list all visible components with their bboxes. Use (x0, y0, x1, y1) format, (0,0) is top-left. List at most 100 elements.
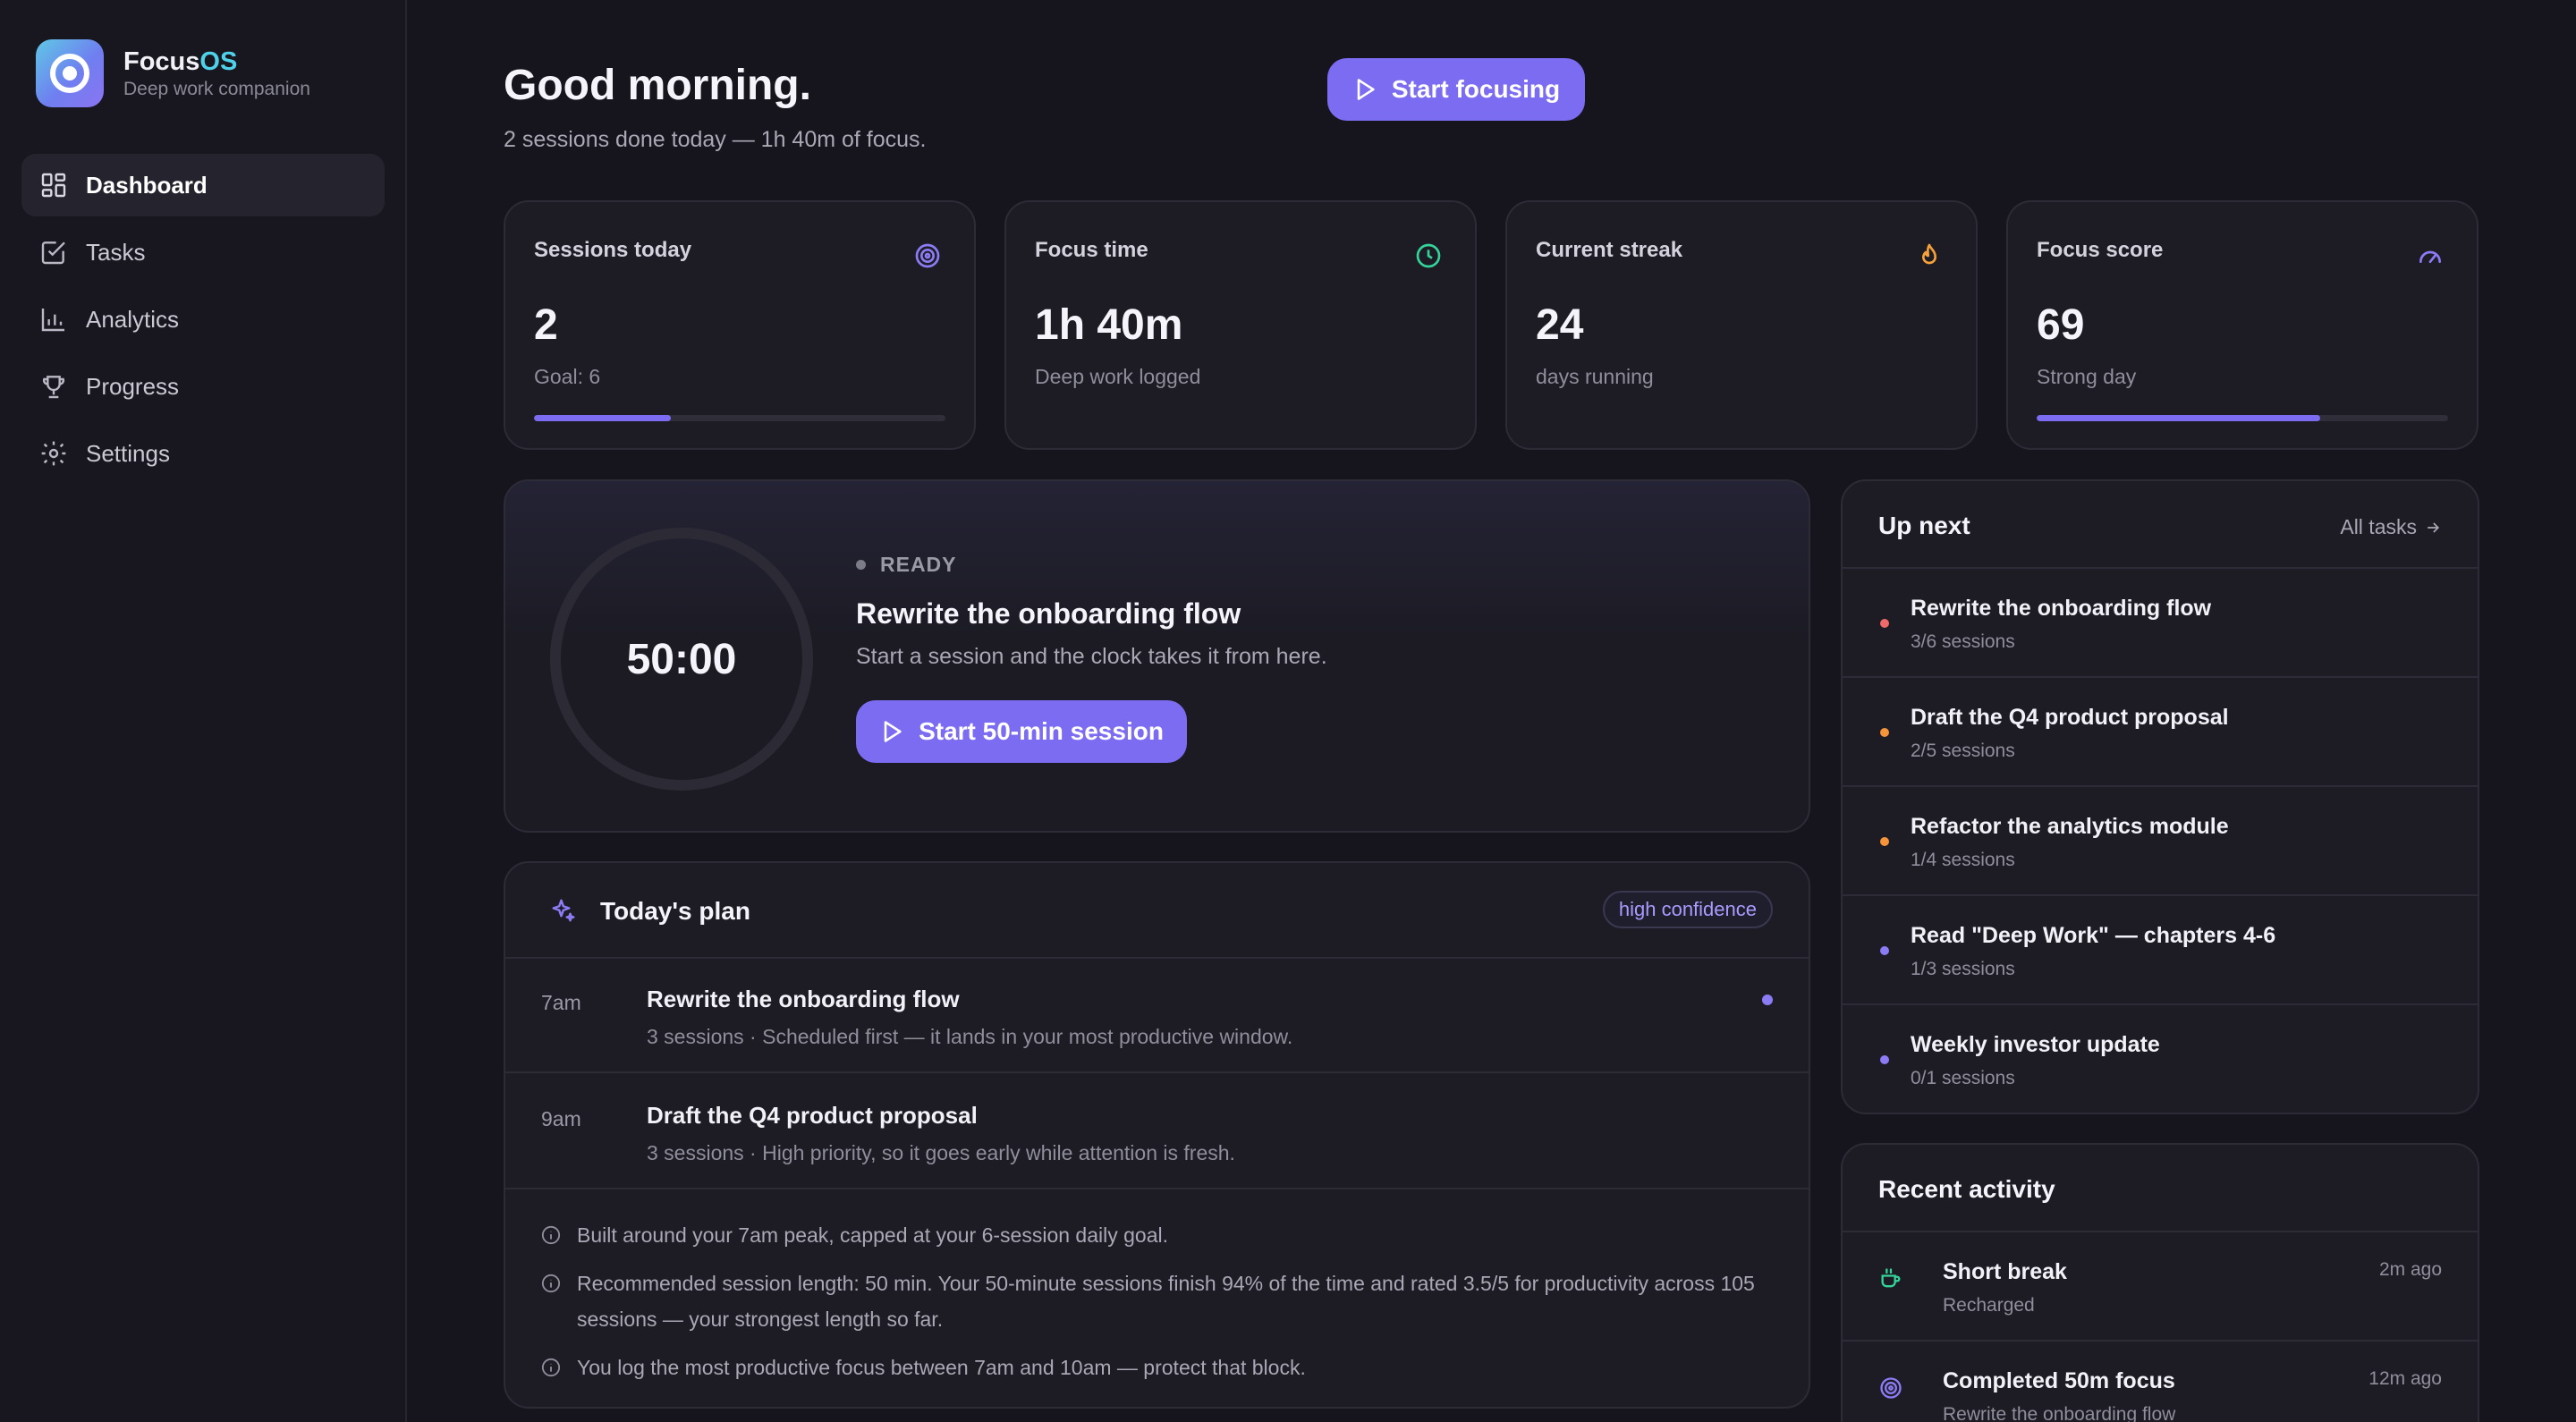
stat-card-streak: Current streak 24 days running (1505, 200, 1978, 450)
app-logo-icon (36, 39, 104, 107)
list-item[interactable]: Read "Deep Work" — chapters 4-6 1/3 sess… (1843, 896, 2478, 1005)
task-name: Draft the Q4 product proposal (1911, 705, 2229, 730)
info-icon (541, 1225, 561, 1245)
button-label: Start 50-min session (919, 717, 1164, 745)
status-label: READY (880, 553, 957, 576)
start-focusing-button[interactable]: Start focusing (1327, 58, 1585, 121)
plan-row[interactable]: 9am Draft the Q4 product proposal 3 sess… (505, 1075, 1809, 1189)
confidence-badge: high confidence (1602, 891, 1773, 928)
stat-value: 24 (1536, 301, 1584, 349)
list-item[interactable]: Draft the Q4 product proposal 2/5 sessio… (1843, 678, 2478, 787)
session-summary: 2 sessions done today — 1h 40m of focus. (504, 127, 927, 152)
priority-dot (1880, 619, 1889, 628)
task-sessions: 3/6 sessions (1911, 631, 2015, 652)
nav-item-tasks[interactable]: Tasks (21, 221, 385, 284)
nav-label: Dashboard (86, 171, 208, 199)
stat-hint: Goal: 6 (534, 365, 601, 388)
button-label: Start focusing (1391, 75, 1561, 103)
stat-value: 2 (534, 301, 558, 349)
current-task-description: Start a session and the clock takes it f… (856, 644, 1327, 669)
progress-fill (2037, 415, 2321, 421)
task-sessions: 1/4 sessions (1911, 850, 2015, 870)
coffee-icon (1881, 1268, 1901, 1288)
main-content: Good morning. 2 sessions done today — 1h… (407, 0, 2576, 1422)
priority-dot (1880, 1055, 1889, 1064)
plan-title: Today's plan (600, 897, 750, 925)
stat-card-focus-time: Focus time 1h 40m Deep work logged (1004, 200, 1477, 450)
current-indicator-dot (1762, 995, 1773, 1005)
target-icon (915, 243, 940, 268)
clock-icon (1416, 243, 1441, 268)
plan-note: Built around your 7am peak, capped at yo… (541, 1217, 1773, 1253)
sparkle-icon (552, 899, 575, 922)
start-session-button[interactable]: Start 50-min session (856, 700, 1187, 763)
plan-note-text: Recommended session length: 50 min. Your… (577, 1272, 1755, 1331)
task-name: Rewrite the onboarding flow (1911, 596, 2212, 621)
plan-row[interactable]: 7am Rewrite the onboarding flow 3 sessio… (505, 959, 1809, 1073)
list-item[interactable]: Rewrite the onboarding flow 3/6 sessions (1843, 569, 2478, 678)
plan-row-meta: 3 sessions · High priority, so it goes e… (647, 1141, 1235, 1164)
nav-label: Progress (86, 372, 180, 400)
arrow-right-icon (2428, 521, 2440, 533)
stat-value: 69 (2037, 301, 2085, 349)
all-tasks-link[interactable]: All tasks (2340, 515, 2442, 539)
stat-hint: days running (1536, 365, 1654, 388)
activity-name: Completed 50m focus (1943, 1368, 2175, 1393)
activity-item: Completed 50m focus Rewrite the onboardi… (1843, 1342, 2478, 1422)
priority-dot (1880, 728, 1889, 737)
list-item[interactable]: Weekly investor update 0/1 sessions (1843, 1005, 2478, 1113)
activity-meta: Recharged (1943, 1295, 2035, 1316)
activity-header: Recent activity (1843, 1145, 2478, 1232)
activity-item: Short break Recharged 2m ago (1843, 1232, 2478, 1342)
todays-plan-card: Today's plan high confidence 7am Rewrite… (504, 861, 1810, 1409)
activity-name: Short break (1943, 1259, 2067, 1284)
stat-hint: Strong day (2037, 365, 2137, 388)
brand-subtitle: Deep work companion (123, 79, 310, 99)
plan-note-text: Built around your 7am peak, capped at yo… (577, 1223, 1169, 1247)
play-icon (1357, 79, 1375, 100)
timer-display: 50:00 (626, 635, 737, 683)
plan-notes: Built around your 7am peak, capped at yo… (541, 1217, 1773, 1398)
target-icon (1880, 1377, 1902, 1399)
list-item[interactable]: Refactor the analytics module 1/4 sessio… (1843, 787, 2478, 896)
bar-chart-icon (41, 309, 64, 332)
current-task-title: Rewrite the onboarding flow (856, 597, 1241, 630)
gauge-icon (2419, 250, 2441, 263)
stat-label: Focus score (2037, 238, 2164, 262)
info-icon (541, 1358, 561, 1377)
stat-label: Current streak (1536, 238, 1683, 262)
stat-card-sessions: Sessions today 2 Goal: 6 (504, 200, 976, 450)
flame-icon (1922, 243, 1936, 265)
activity-title: Recent activity (1878, 1175, 2055, 1203)
brand-name: FocusOS (123, 47, 238, 76)
task-sessions: 0/1 sessions (1911, 1068, 2015, 1088)
nav-label: Analytics (86, 305, 180, 333)
up-next-title: Up next (1878, 512, 1970, 539)
nav-item-settings[interactable]: Settings (21, 422, 385, 485)
nav-item-dashboard[interactable]: Dashboard (21, 154, 385, 216)
progress-bar (2037, 415, 2448, 421)
stat-card-focus-score: Focus score 69 Strong day (2006, 200, 2479, 450)
plan-row-task: Draft the Q4 product proposal (647, 1102, 978, 1129)
plan-row-time: 9am (541, 1107, 581, 1130)
info-icon (541, 1274, 561, 1293)
task-name: Read "Deep Work" — chapters 4-6 (1911, 923, 2276, 948)
link-label: All tasks (2340, 515, 2417, 538)
task-name: Weekly investor update (1911, 1032, 2160, 1057)
nav-item-analytics[interactable]: Analytics (21, 288, 385, 351)
plan-row-time: 7am (541, 991, 581, 1014)
plan-header: Today's plan high confidence (505, 863, 1809, 959)
sidebar: FocusOS Deep work companion Dashboard Ta… (0, 0, 407, 1422)
plan-row-meta: 3 sessions · Scheduled first — it lands … (647, 1025, 1293, 1048)
page-title: Good morning. (504, 62, 811, 109)
up-next-header: Up next All tasks (1843, 481, 2478, 569)
activity-meta: Rewrite the onboarding flow (1943, 1404, 2176, 1422)
main-nav: Dashboard Tasks Analytics Progress Setti… (21, 154, 385, 489)
nav-label: Tasks (86, 238, 146, 266)
recent-activity-card: Recent activity Short break Recharged 2m… (1841, 1143, 2479, 1422)
nav-item-progress[interactable]: Progress (21, 355, 385, 418)
status-dot (856, 560, 866, 570)
gear-icon (41, 441, 66, 466)
activity-time: 12m ago (2368, 1368, 2442, 1389)
plan-note: Recommended session length: 50 min. Your… (541, 1265, 1773, 1337)
